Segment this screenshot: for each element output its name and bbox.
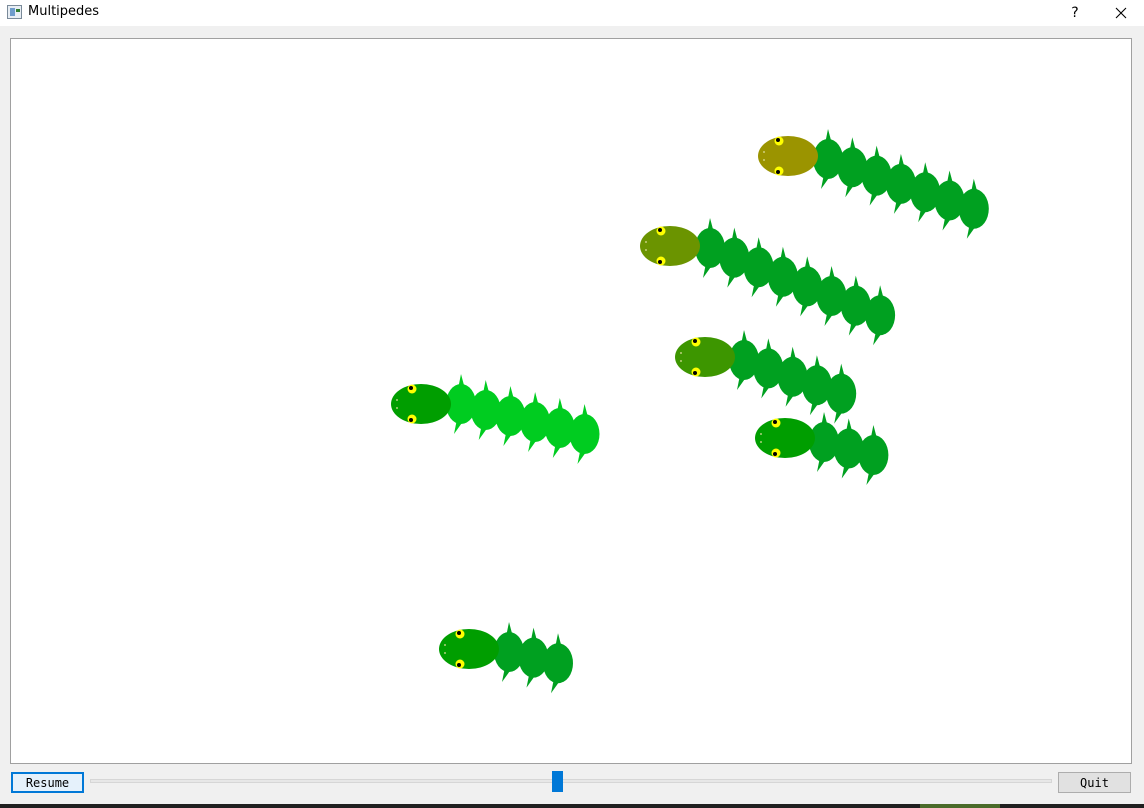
nostril: [763, 151, 765, 153]
nostril: [760, 433, 762, 435]
pupil: [693, 371, 697, 375]
multipede-head: [755, 418, 815, 458]
resume-button[interactable]: Resume: [11, 772, 84, 793]
pupil: [773, 420, 777, 424]
nostril: [396, 407, 398, 409]
pupil: [658, 260, 662, 264]
multipede-canvas[interactable]: [10, 38, 1132, 764]
slider-thumb[interactable]: [552, 771, 563, 792]
pupil: [658, 228, 662, 232]
close-button[interactable]: [1098, 0, 1144, 26]
multipede-head: [758, 136, 818, 176]
body-segment: [833, 428, 864, 469]
multipede-scene: [391, 129, 989, 694]
app-icon: [7, 5, 22, 19]
nostril: [760, 441, 762, 443]
nostril: [444, 644, 446, 646]
pupil: [773, 452, 777, 456]
nostril: [645, 241, 647, 243]
multipede-head: [640, 226, 700, 266]
taskbar-strip: [0, 804, 1144, 808]
multipede-head: [675, 337, 735, 377]
pupil: [409, 386, 413, 390]
speed-slider[interactable]: [90, 771, 1052, 793]
body-segment: [858, 435, 889, 475]
slider-track: [90, 779, 1052, 783]
pupil: [409, 418, 413, 422]
multipede: [640, 218, 896, 346]
quit-button[interactable]: Quit: [1058, 772, 1131, 793]
nostril: [763, 159, 765, 161]
nostril: [444, 652, 446, 654]
quit-label: Quit: [1080, 775, 1109, 790]
pupil: [693, 339, 697, 343]
multipede: [439, 622, 573, 694]
multipede-head: [391, 384, 451, 424]
nostril: [645, 249, 647, 251]
title-bar: Multipedes ?: [0, 0, 1144, 26]
pupil: [457, 663, 461, 667]
pupil: [776, 138, 780, 142]
multipede: [758, 129, 989, 239]
multipede: [675, 330, 857, 424]
resume-label: Resume: [25, 775, 70, 790]
nostril: [680, 352, 682, 354]
multipede: [391, 374, 600, 464]
help-button[interactable]: ?: [1052, 0, 1098, 26]
nostril: [396, 399, 398, 401]
close-icon: [1115, 7, 1127, 19]
multipede-head: [439, 629, 499, 669]
window-title: Multipedes: [28, 4, 100, 19]
nostril: [680, 360, 682, 362]
pupil: [776, 170, 780, 174]
multipede: [755, 412, 889, 485]
pupil: [457, 631, 461, 635]
